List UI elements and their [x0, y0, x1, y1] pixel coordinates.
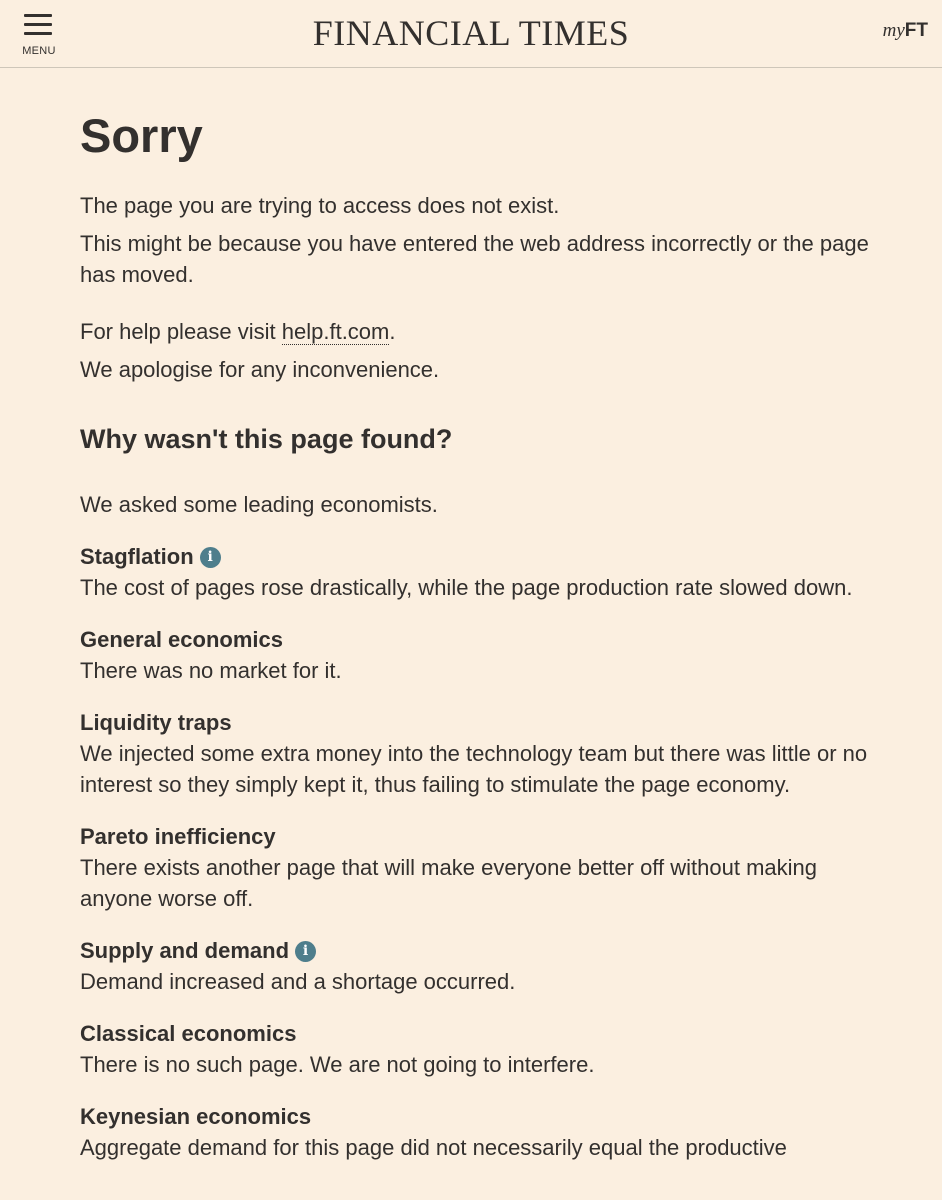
- theory-title: Keynesian economics: [80, 1102, 880, 1132]
- ft-logo: FINANCIAL TIMES: [0, 12, 942, 54]
- help-suffix: .: [389, 319, 396, 344]
- theory-item: Classical economics There is no such page…: [80, 1019, 880, 1080]
- hamburger-icon[interactable]: [24, 14, 54, 36]
- page-title: Sorry: [80, 109, 203, 162]
- help-prefix: For help please visit: [80, 319, 282, 344]
- theory-title-text: General economics: [80, 627, 283, 652]
- myft-ft-text: FT: [904, 20, 928, 41]
- theory-title: Supply and demand i: [80, 936, 880, 966]
- apology-text: We apologise for any inconvenience.: [80, 357, 440, 382]
- theory-title-text: Pareto inefficiency: [80, 824, 276, 849]
- theory-item: Keynesian economics Aggregate demand for …: [80, 1102, 880, 1163]
- theory-title-text: Supply and demand: [80, 938, 290, 963]
- theory-title: General economics: [80, 625, 880, 655]
- theory-item: Stagflation i The cost of pages rose drast…: [80, 542, 880, 603]
- error-message: The page you are trying to access does n…: [80, 193, 560, 218]
- theory-title: Classical economics: [80, 1019, 880, 1049]
- theory-title-text: Liquidity traps: [80, 710, 232, 735]
- theory-title: Liquidity traps: [80, 708, 880, 738]
- theory-title-text: Classical economics: [80, 1021, 297, 1046]
- theory-item: Liquidity traps We injected some extra mo…: [80, 708, 880, 800]
- error-explanation: This might be because you have entered t…: [80, 231, 869, 287]
- theory-description: There is no such page. We are not going …: [80, 1052, 595, 1077]
- help-link[interactable]: help.ft.com: [281, 319, 390, 345]
- theory-item: General economics There was no market for…: [80, 625, 880, 686]
- help-text: For help please visit help.ft.com.: [80, 316, 880, 347]
- info-icon[interactable]: i: [199, 546, 221, 568]
- intro-text: We asked some leading economists.: [80, 492, 438, 517]
- theory-item: Pareto inefficiency There exists another …: [80, 822, 880, 914]
- theory-description: We injected some extra money into the te…: [80, 741, 868, 797]
- menu-button[interactable]: MENU: [16, 10, 62, 60]
- section-heading: Why wasn't this page found?: [80, 424, 453, 454]
- ft-logo-link[interactable]: FINANCIAL TIMES: [313, 13, 630, 53]
- theory-title: Stagflation i: [80, 542, 880, 572]
- theory-item: Supply and demand i Demand increased and a…: [80, 936, 880, 997]
- theories-list: Stagflation i The cost of pages rose drast…: [80, 542, 880, 1163]
- menu-label: MENU: [22, 45, 56, 57]
- theory-description: There exists another page that will make…: [80, 855, 817, 911]
- myft-link[interactable]: myFT: [883, 20, 928, 42]
- theory-description: The cost of pages rose drastically, whil…: [80, 575, 853, 600]
- theory-description: Demand increased and a shortage occurred…: [80, 969, 516, 994]
- theory-description: There was no market for it.: [80, 658, 342, 683]
- info-icon[interactable]: i: [295, 940, 317, 962]
- main-content: Sorry The page you are trying to access …: [80, 108, 880, 1163]
- theory-description: Aggregate demand for this page did not n…: [80, 1135, 787, 1160]
- site-header: MENU FINANCIAL TIMES myFT: [0, 0, 942, 68]
- theory-title-text: Stagflation: [80, 544, 194, 569]
- theory-title-text: Keynesian economics: [80, 1104, 312, 1129]
- myft-my-text: my: [882, 20, 905, 41]
- theory-title: Pareto inefficiency: [80, 822, 880, 852]
